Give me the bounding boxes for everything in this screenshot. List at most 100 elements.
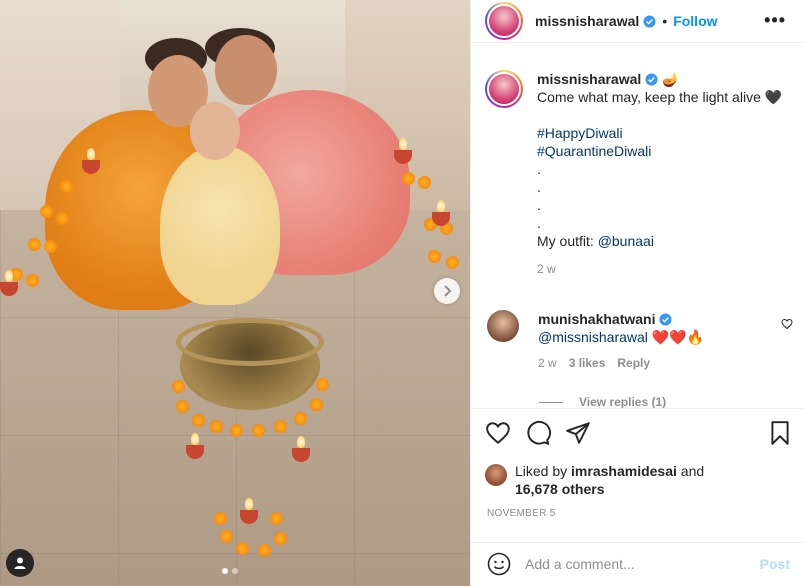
actions-divider [471, 408, 805, 409]
photo-flame [5, 270, 13, 282]
caption-header-line: missnisharawal 🪔 [537, 70, 782, 88]
photo-marigold [56, 212, 69, 225]
caption-outfit-line: My outfit: @bunaai [537, 232, 782, 250]
share-button[interactable] [565, 420, 591, 446]
comment-button[interactable] [525, 420, 551, 446]
carousel-dot [232, 568, 238, 574]
comment-item: munishakhatwani @missnisharawal ❤️❤️🔥 2 … [485, 310, 795, 372]
verified-badge-icon [659, 313, 673, 326]
photo-marigold [310, 398, 323, 411]
comment-text: @missnisharawal ❤️❤️🔥 [538, 328, 704, 346]
mention-link[interactable]: @missnisharawal [538, 329, 648, 345]
post-date: NOVEMBER 5 [487, 508, 556, 519]
photo-marigold [210, 420, 223, 433]
photo-person-child [160, 145, 280, 305]
photo-marigold [40, 205, 53, 218]
caption-dot-line: . [537, 197, 541, 213]
author-avatar-image [487, 4, 521, 38]
photo-marigold [176, 400, 189, 413]
emoji-icon[interactable] [487, 552, 511, 576]
photo-marigold [252, 424, 265, 437]
photo-flame [245, 498, 253, 510]
commenter-username[interactable]: munishakhatwani [538, 311, 655, 327]
diya-emoji: 🪔 [662, 71, 680, 87]
chevron-right-icon [444, 285, 452, 297]
photo-marigold [446, 256, 459, 269]
comment-input[interactable]: Add a comment... [525, 556, 760, 572]
post-sidebar: missnisharawal • Follow ••• missnisharaw… [470, 0, 805, 586]
photo-marigold [316, 378, 329, 391]
hashtag-link[interactable]: #QuarantineDiwali [537, 142, 782, 160]
photo-marigold [28, 238, 41, 251]
tagged-users-button[interactable] [6, 549, 34, 577]
post-comment-button[interactable]: Post [760, 556, 790, 572]
comment-like-icon[interactable] [781, 318, 793, 330]
photo-flame [297, 436, 305, 448]
add-comment-bar: Add a comment... Post [471, 542, 805, 586]
caption-username[interactable]: missnisharawal [537, 71, 641, 87]
like-button[interactable] [485, 420, 511, 446]
post-actions [485, 420, 795, 446]
likes-text: Liked by imrashamidesai and 16,678 other… [515, 462, 704, 498]
photo-flame [87, 148, 95, 160]
post-photo[interactable] [0, 0, 470, 586]
liker-avatar[interactable] [485, 464, 507, 486]
carousel-dot-active [222, 568, 228, 574]
photo-face [215, 35, 277, 105]
photo-marigold [220, 530, 233, 543]
user-icon [14, 557, 26, 569]
comment-reply-button[interactable]: Reply [617, 354, 650, 372]
heart-icon [486, 422, 510, 445]
follow-button[interactable]: Follow [673, 13, 717, 29]
comment-timestamp: 2 w [538, 356, 557, 370]
photo-marigold [44, 240, 57, 253]
comment-header: munishakhatwani [538, 310, 704, 328]
verified-badge-icon [643, 14, 656, 28]
photo-flame [399, 138, 407, 150]
photo-marigold [172, 380, 185, 393]
caption-author-avatar[interactable] [485, 70, 523, 108]
view-replies-label: View replies (1) [579, 396, 667, 408]
liker-username[interactable]: imrashamidesai [571, 463, 677, 479]
verified-badge-icon [645, 73, 658, 86]
hashtag-link[interactable]: #HappyDiwali [537, 124, 782, 142]
comment-emojis: ❤️❤️🔥 [651, 329, 705, 345]
photo-marigold [274, 532, 287, 545]
caption-timestamp: 2 w [537, 262, 556, 276]
caption-dot-line: . [537, 179, 541, 195]
likes-others-link[interactable]: 16,678 others [515, 481, 605, 497]
likes-summary: Liked by imrashamidesai and 16,678 other… [485, 462, 795, 498]
author-avatar[interactable] [485, 2, 523, 40]
more-options-button[interactable]: ••• [764, 10, 786, 31]
paper-plane-icon [566, 422, 590, 444]
view-replies-line [539, 401, 563, 403]
header-divider [471, 42, 805, 43]
bookmark-icon [771, 421, 789, 445]
photo-marigold [192, 414, 205, 427]
commenter-avatar[interactable] [487, 310, 519, 342]
header-separator: • [662, 13, 668, 29]
carousel-next-button[interactable] [434, 278, 460, 304]
photo-marigold [402, 172, 415, 185]
save-button[interactable] [767, 420, 793, 449]
comment-body: munishakhatwani @missnisharawal ❤️❤️🔥 2 … [538, 310, 704, 372]
photo-flame [437, 200, 445, 212]
likes-prefix: Liked by [515, 463, 572, 479]
likes-middle: and [676, 463, 705, 479]
mention-link[interactable]: @bunaai [598, 233, 654, 249]
photo-marigold [274, 420, 287, 433]
comment-likes-count[interactable]: 3 likes [569, 354, 606, 372]
outfit-label: My outfit: [537, 233, 598, 249]
comment-bubble-icon [527, 420, 551, 445]
view-replies-button[interactable]: View replies (1) [539, 396, 666, 408]
photo-brass-bowl-rim [176, 318, 324, 366]
photo-marigold [230, 424, 243, 437]
photo-flame [191, 433, 199, 445]
comment-meta: 2 w 3 likes Reply [538, 354, 704, 372]
post-header: missnisharawal • Follow ••• [471, 0, 805, 42]
photo-marigold [270, 512, 283, 525]
photo-face [190, 102, 240, 160]
caption-text: missnisharawal 🪔 Come what may, keep the… [537, 70, 782, 278]
author-username[interactable]: missnisharawal [535, 13, 639, 29]
